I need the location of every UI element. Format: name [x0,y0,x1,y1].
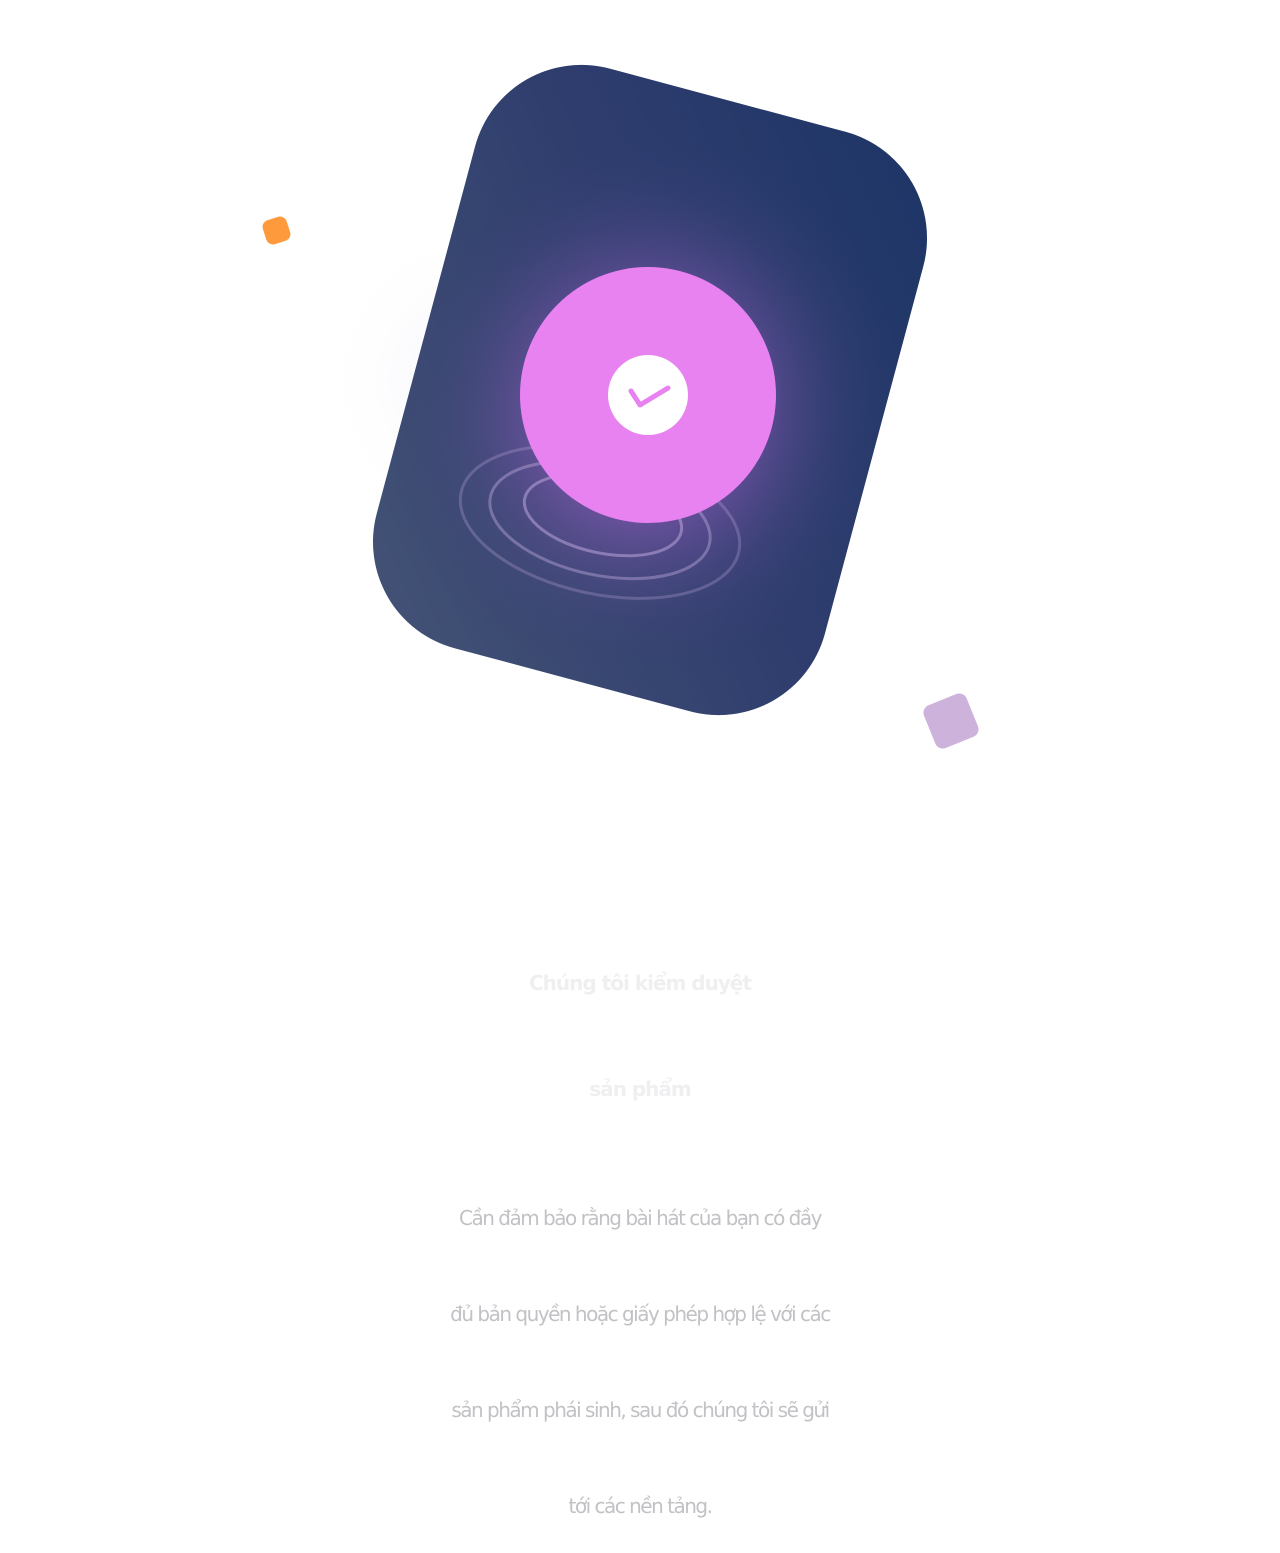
illustration-graphic [262,64,979,749]
feature-description: Cần đảm bảo rằng bài hát của bạn có đầy … [0,1170,1280,1553]
accent-square-orange [262,216,291,245]
feature-description-line-2: đủ bản quyền hoặc giấy phép hợp lệ với c… [450,1302,831,1326]
review-disc [520,267,776,523]
accent-square-lilac [923,693,979,749]
feature-title-line-2: sản phẩm [589,1077,692,1101]
review-illustration [0,0,1280,800]
feature-description-line-3: sản phẩm phái sinh, sau đó chúng tôi sẽ … [451,1398,830,1422]
feature-description-line-1: Cần đảm bảo rằng bài hát của bạn có đầy [459,1206,822,1230]
feature-title-line-1: Chúng tôi kiểm duyệt [528,971,752,995]
feature-description-line-4: tới các nền tảng. [568,1494,713,1518]
feature-title: Chúng tôi kiểm duyệt sản phẩm [0,930,1280,1142]
